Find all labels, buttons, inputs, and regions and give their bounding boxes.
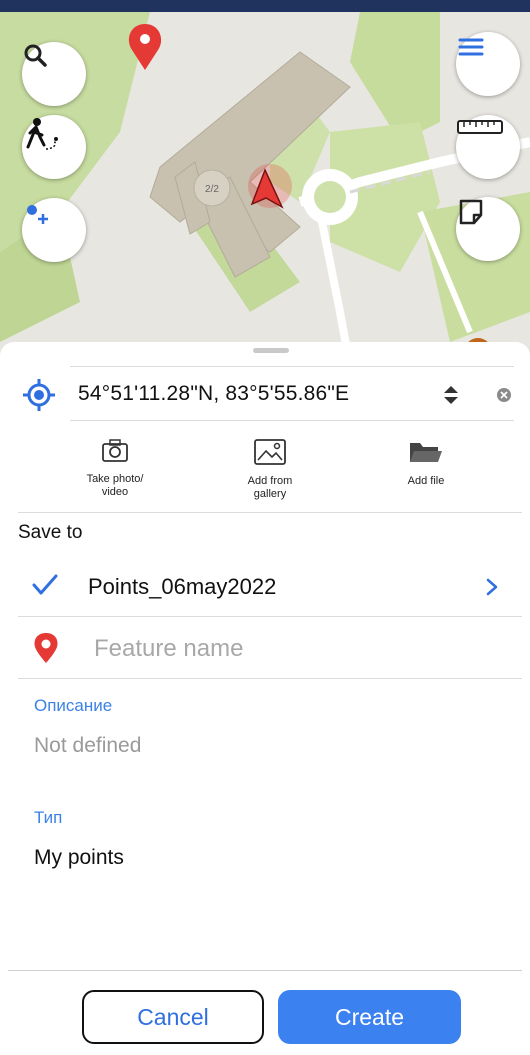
clear-icon[interactable]: [496, 387, 512, 403]
sheet-drag-handle[interactable]: [253, 348, 289, 353]
divider: [18, 616, 522, 617]
add-point-button[interactable]: [22, 198, 86, 262]
save-to-label: Save to: [18, 522, 83, 543]
type-field-value[interactable]: My points: [34, 846, 124, 870]
building-floor-label: 2/2: [205, 184, 219, 195]
description-field-label: Описание: [34, 696, 113, 715]
format-toggle-icon[interactable]: [442, 384, 460, 406]
divider: [70, 420, 514, 421]
map-view[interactable]: 2/2: [0, 12, 530, 367]
location-target-icon[interactable]: [22, 378, 56, 412]
search-icon: [24, 44, 47, 67]
walking-track-icon: [26, 118, 58, 150]
feature-name-row: [0, 618, 530, 678]
folder-icon: [410, 443, 442, 462]
map-pin-icon: [34, 633, 58, 663]
take-photo-button[interactable]: Take photo/ video: [55, 438, 175, 499]
create-button[interactable]: Create: [278, 990, 461, 1044]
add-from-gallery-button[interactable]: Add from gallery: [210, 438, 330, 501]
divider: [18, 678, 522, 679]
search-button[interactable]: [22, 42, 86, 106]
coordinates-value[interactable]: 54°51'11.28"N, 83°5'55.86"E: [78, 382, 349, 406]
checkmark-icon: [32, 574, 58, 595]
area-measure-icon: [459, 199, 483, 225]
description-field-value[interactable]: Not defined: [34, 734, 141, 758]
menu-button[interactable]: [456, 32, 520, 96]
menu-icon: [458, 38, 484, 56]
coordinates-row: 54°51'11.28"N, 83°5'55.86"E: [0, 364, 530, 422]
track-button[interactable]: [22, 115, 86, 179]
add-file-label: Add file: [407, 475, 445, 487]
cancel-button[interactable]: Cancel: [82, 990, 264, 1044]
ruler-button[interactable]: [456, 115, 520, 179]
divider: [18, 512, 522, 513]
area-measure-button[interactable]: [456, 197, 520, 261]
add-file-button[interactable]: Add file: [366, 438, 486, 488]
status-bar: [0, 0, 530, 12]
add-point-icon: [27, 205, 48, 224]
take-photo-label: Take photo/ video: [86, 473, 144, 498]
layer-select-row[interactable]: Points_06may2022: [0, 556, 530, 616]
gallery-icon: [254, 439, 286, 465]
add-from-gallery-label: Add from gallery: [247, 475, 293, 500]
layer-name: Points_06may2022: [88, 574, 277, 599]
create-point-sheet: 54°51'11.28"N, 83°5'55.86"E Take photo/ …: [0, 342, 530, 1055]
footer-divider: [8, 970, 522, 971]
camera-icon: [102, 439, 128, 462]
ruler-icon: [457, 120, 503, 134]
type-field-label: Тип: [34, 808, 63, 827]
chevron-right-icon: [486, 578, 498, 596]
feature-name-input[interactable]: [94, 632, 474, 666]
